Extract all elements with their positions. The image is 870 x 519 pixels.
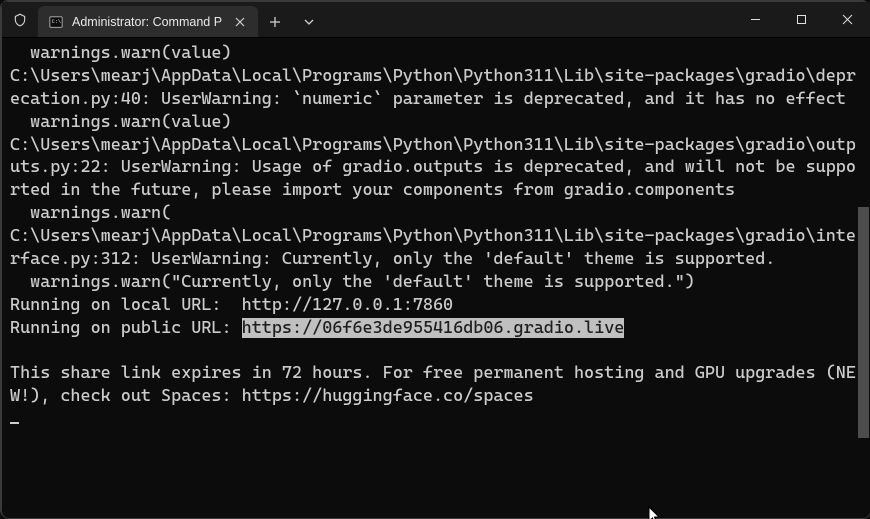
public-url-prefix: Running on public URL: [10,318,242,338]
public-url-selected[interactable]: https://06f6e3de955416db06.gradio.live [242,318,625,338]
tab-dropdown-button[interactable] [292,6,326,37]
scrollbar-thumb[interactable] [858,207,869,438]
minimize-button[interactable] [732,2,778,37]
tab-close-button[interactable] [230,12,250,32]
output-line: Running on local URL: http://127.0.0.1:7… [10,295,453,315]
output-line: C:\Users\mearj\AppData\Local\Programs\Py… [10,66,856,109]
output-line: warnings.warn("Currently, only the 'defa… [10,272,695,292]
output-line: C:\Users\mearj\AppData\Local\Programs\Py… [10,226,856,269]
output-line: warnings.warn(value) [10,112,232,132]
output-line: C:\Users\mearj\AppData\Local\Programs\Py… [10,135,856,201]
mouse-cursor-icon [648,506,662,519]
cmd-icon: C:\ [48,14,64,30]
svg-text:C:\: C:\ [52,18,61,24]
terminal-output[interactable]: warnings.warn(value) C:\Users\mearj\AppD… [2,38,870,519]
output-line: warnings.warn(value) [10,43,232,63]
tab-title: Administrator: Command Pro [72,15,222,29]
output-line: warnings.warn( [10,203,171,223]
admin-shield-icon [2,2,38,37]
output-line: This share link expires in 72 hours. For… [10,363,856,406]
close-window-button[interactable] [824,2,870,37]
new-tab-button[interactable] [258,6,292,37]
tab-active[interactable]: C:\ Administrator: Command Pro [38,6,258,37]
titlebar-drag-region[interactable] [326,2,732,37]
scrollbar[interactable] [858,38,869,519]
maximize-button[interactable] [778,2,824,37]
text-caret [10,422,19,424]
titlebar: C:\ Administrator: Command Pro [2,2,870,38]
